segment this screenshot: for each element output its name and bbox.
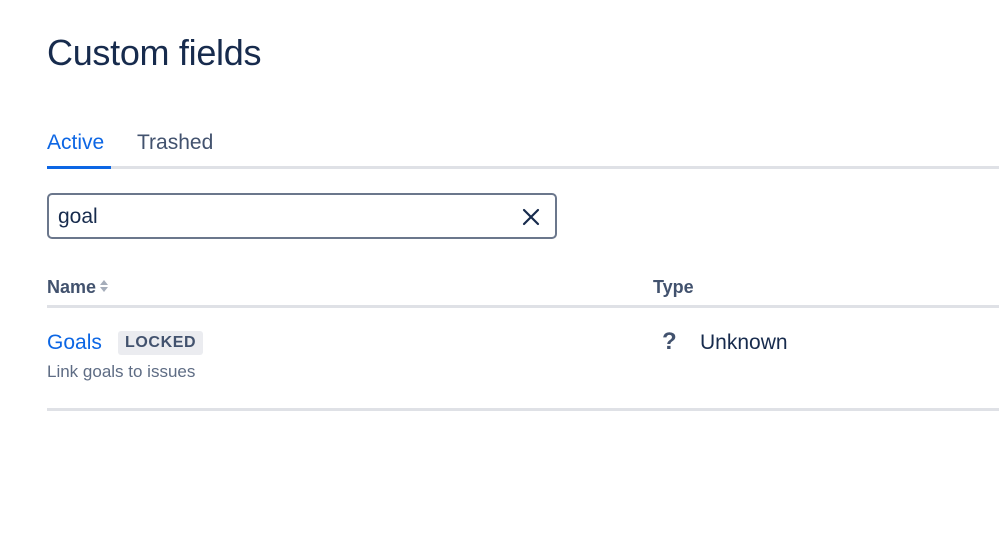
sort-icon[interactable] (99, 276, 109, 298)
status-badge: LOCKED (118, 331, 204, 355)
search-field (47, 193, 557, 239)
tab-bar: Active Trashed (47, 126, 999, 169)
field-name-link[interactable]: Goals (47, 330, 102, 356)
close-icon[interactable] (521, 207, 541, 227)
custom-fields-page: Custom fields Active Trashed Name Type G… (0, 0, 999, 550)
tab-trashed[interactable]: Trashed (137, 126, 213, 166)
column-header-type: Type (653, 277, 694, 297)
question-mark-icon: ? (662, 328, 677, 355)
column-header-name-label: Name (47, 277, 97, 297)
table-row-divider (47, 408, 999, 411)
column-header-name[interactable]: Name (47, 276, 109, 298)
tab-active[interactable]: Active (47, 126, 111, 169)
field-type-label: Unknown (700, 331, 788, 354)
search-input[interactable] (58, 195, 508, 239)
field-description: Link goals to issues (47, 362, 196, 381)
page-title: Custom fields (47, 32, 262, 73)
table-header-divider (47, 305, 999, 308)
